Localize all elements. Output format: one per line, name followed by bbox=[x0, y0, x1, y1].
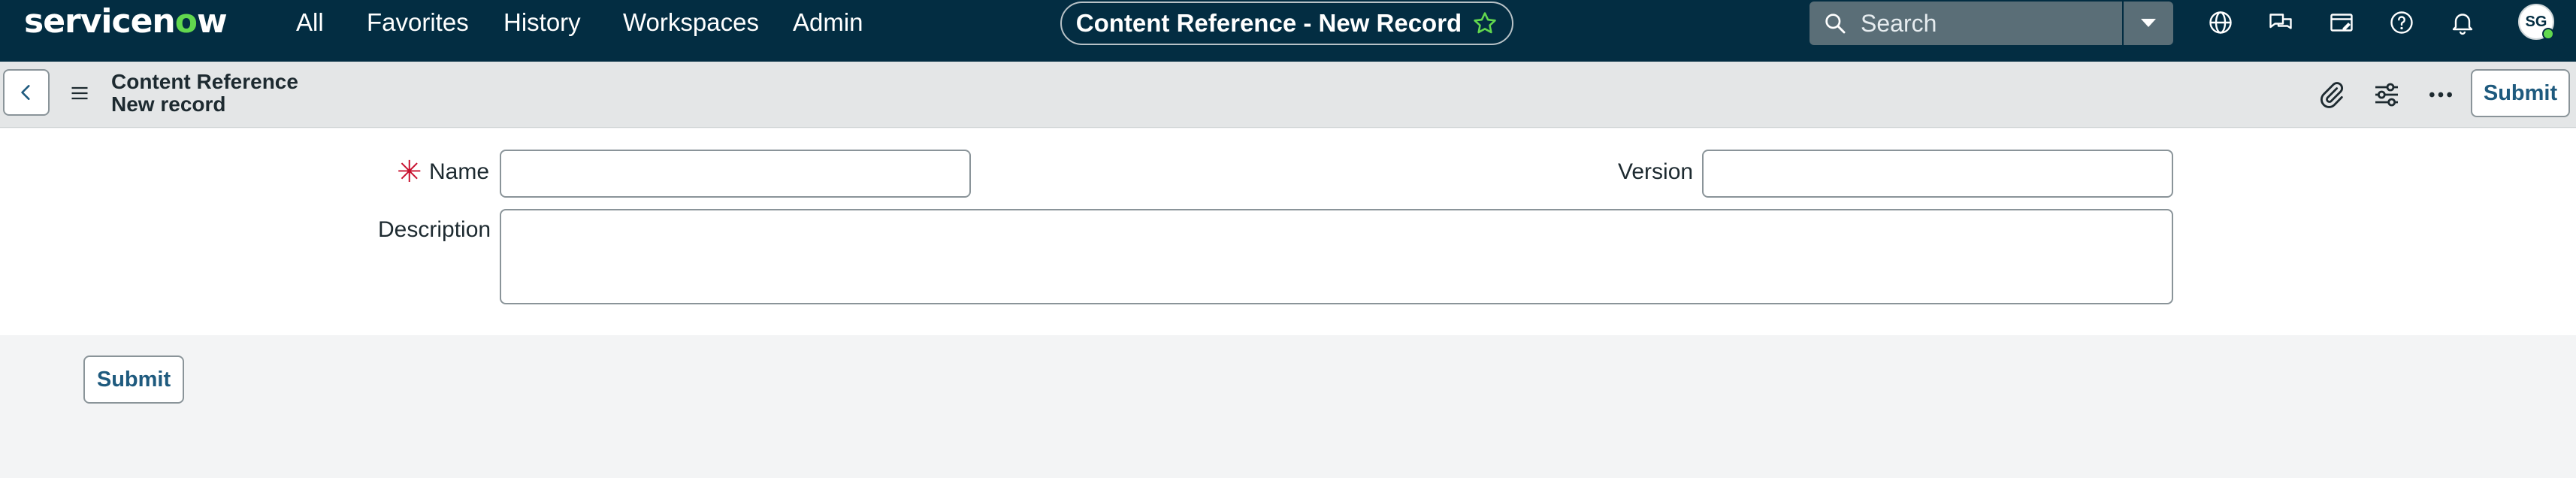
form-record-subtitle: New record bbox=[111, 92, 226, 116]
personalize-sliders-icon[interactable] bbox=[2372, 80, 2402, 110]
notifications-bell-icon[interactable] bbox=[2449, 9, 2476, 36]
record-form: ✳ Name Version Description bbox=[0, 129, 2576, 335]
nav-workspaces[interactable]: Workspaces bbox=[623, 8, 759, 38]
context-menu-icon[interactable] bbox=[69, 83, 90, 104]
form-header-bar: Content Reference New record Submit bbox=[0, 62, 2576, 128]
record-title-pill[interactable]: Content Reference - New Record bbox=[1060, 2, 1513, 45]
required-field-icon: ✳ bbox=[397, 156, 422, 189]
nav-all[interactable]: All bbox=[296, 8, 324, 38]
presence-indicator bbox=[2542, 28, 2554, 40]
help-icon[interactable] bbox=[2388, 9, 2415, 36]
search-scope-dropdown[interactable] bbox=[2124, 2, 2173, 45]
description-textarea[interactable] bbox=[500, 209, 2173, 304]
submit-button-header[interactable]: Submit bbox=[2471, 69, 2570, 117]
chevron-down-icon bbox=[2141, 19, 2156, 27]
description-label: Description bbox=[378, 217, 491, 242]
attachment-icon[interactable] bbox=[2317, 80, 2347, 110]
logo-o: o bbox=[174, 2, 198, 41]
nav-admin[interactable]: Admin bbox=[793, 8, 863, 38]
logo-prefix: servicen bbox=[24, 2, 176, 41]
name-label: Name bbox=[429, 159, 490, 184]
chevron-left-icon bbox=[21, 85, 30, 100]
search-placeholder: Search bbox=[1861, 9, 1937, 37]
version-label: Version bbox=[1618, 159, 1694, 184]
servicenow-logo[interactable]: servicenow bbox=[24, 2, 228, 41]
global-search-input[interactable]: Search bbox=[1810, 2, 2122, 45]
name-input[interactable] bbox=[500, 150, 971, 198]
version-input[interactable] bbox=[1702, 150, 2173, 198]
back-button[interactable] bbox=[3, 69, 50, 116]
search-icon bbox=[1825, 14, 1846, 34]
top-navigation-bar: servicenow All Favorites History Workspa… bbox=[0, 0, 2576, 62]
nav-history[interactable]: History bbox=[503, 8, 581, 38]
more-options-icon[interactable] bbox=[2426, 80, 2456, 110]
submit-button-footer[interactable]: Submit bbox=[83, 355, 184, 404]
globe-icon[interactable] bbox=[2207, 9, 2234, 36]
form-table-title: Content Reference bbox=[111, 70, 298, 93]
record-title: Content Reference - New Record bbox=[1075, 9, 1462, 37]
logo-suffix: w bbox=[196, 2, 228, 41]
scratchpad-icon[interactable] bbox=[2328, 9, 2355, 36]
star-favorite-icon[interactable] bbox=[1472, 11, 1498, 36]
nav-favorites[interactable]: Favorites bbox=[367, 8, 469, 38]
chat-icon[interactable] bbox=[2267, 9, 2294, 36]
